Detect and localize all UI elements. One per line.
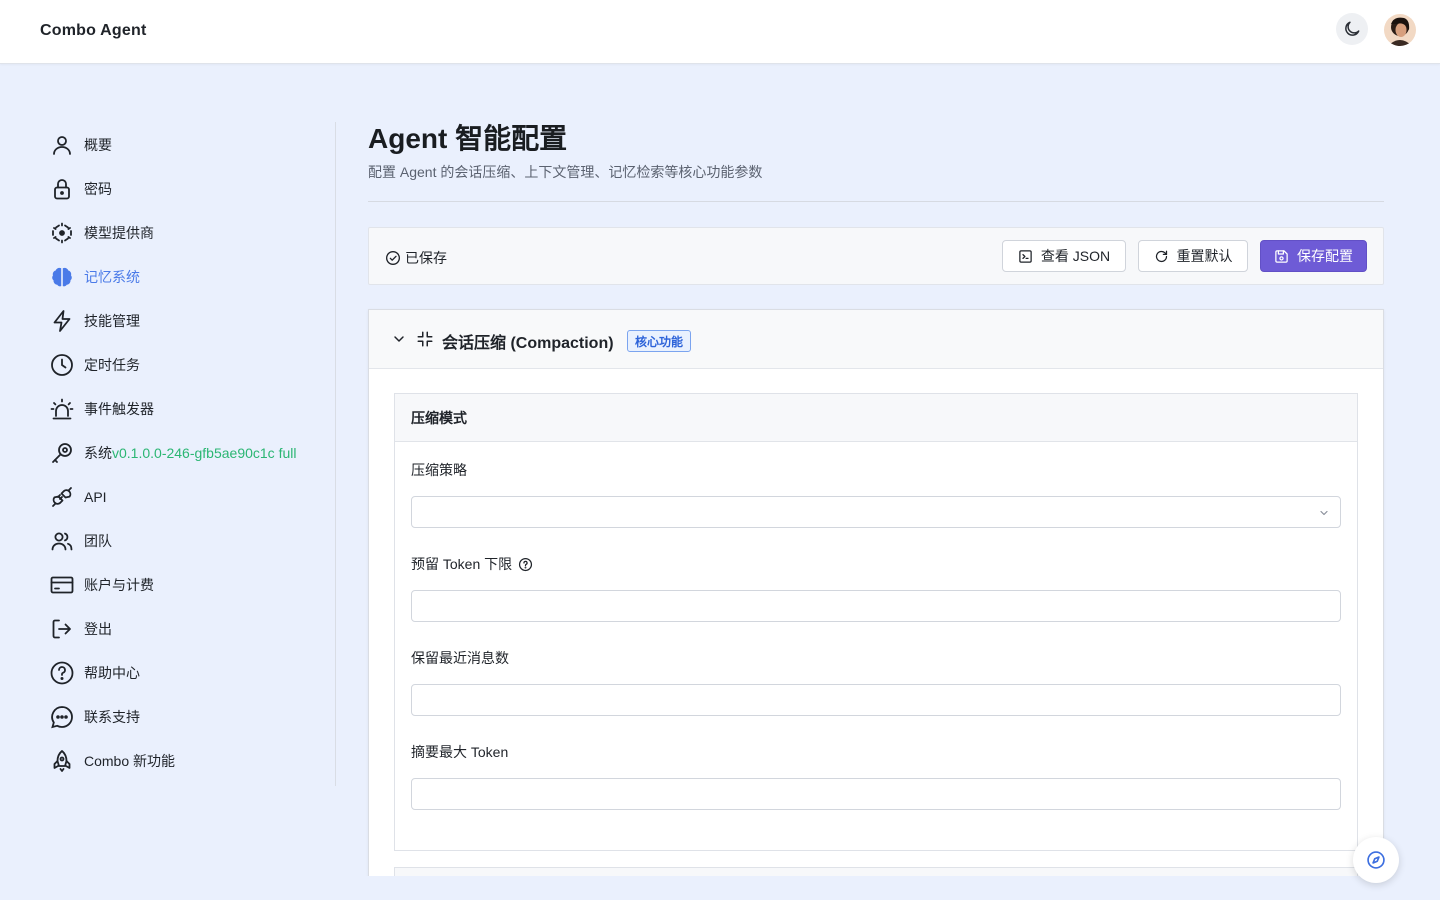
strategy-select[interactable] bbox=[411, 496, 1341, 528]
sidebar-item-label: 定时任务 bbox=[84, 357, 140, 373]
help-icon bbox=[50, 661, 74, 685]
sidebar-item-label: 记忆系统 bbox=[84, 269, 140, 285]
strategy-label-text: 压缩策略 bbox=[411, 462, 467, 478]
brand-title[interactable]: Combo Agent bbox=[40, 22, 146, 40]
sidebar-item-scheduled-tasks[interactable]: 定时任务 bbox=[50, 349, 140, 381]
view-json-button[interactable]: 查看 JSON bbox=[1002, 240, 1126, 272]
chevron-down-icon bbox=[1320, 510, 1328, 516]
sidebar-item-label: 密码 bbox=[84, 181, 112, 197]
wrench-icon bbox=[50, 441, 74, 465]
sidebar-item-label: 团队 bbox=[84, 533, 112, 549]
sidebar-item-support[interactable]: 联系支持 bbox=[50, 701, 140, 733]
sidebar-item-label: 概要 bbox=[84, 137, 112, 153]
summary-max-input[interactable] bbox=[411, 778, 1341, 810]
brain-icon bbox=[50, 265, 74, 289]
avatar[interactable] bbox=[1384, 14, 1416, 46]
sidebar-item-whats-new[interactable]: Combo 新功能 bbox=[50, 745, 175, 777]
team-icon bbox=[50, 529, 74, 553]
version-text: v0.1.0.0-246-gfb5ae90c1c full bbox=[112, 445, 297, 461]
top-bar: Combo Agent bbox=[0, 0, 1440, 64]
sidebar-item-team[interactable]: 团队 bbox=[50, 525, 112, 557]
core-feature-badge: 核心功能 bbox=[627, 330, 692, 352]
clock-icon bbox=[50, 353, 74, 377]
compass-icon bbox=[1367, 851, 1385, 869]
header-divider bbox=[368, 201, 1384, 202]
strategy-label: 压缩策略 bbox=[411, 460, 467, 480]
sidebar-item-skills[interactable]: 技能管理 bbox=[50, 305, 140, 337]
rocket-icon bbox=[50, 749, 74, 773]
model-provider-icon bbox=[50, 221, 74, 245]
logout-icon bbox=[50, 617, 74, 641]
page-subtitle: 配置 Agent 的会话压缩、上下文管理、记忆检索等核心功能参数 bbox=[368, 164, 763, 180]
compaction-mode-title: 压缩模式 bbox=[395, 394, 1357, 442]
credit-card-icon bbox=[50, 573, 74, 597]
chevron-down-icon[interactable] bbox=[391, 331, 407, 347]
explore-fab-button[interactable] bbox=[1353, 837, 1399, 883]
reset-default-label: 重置默认 bbox=[1176, 248, 1233, 264]
refresh-icon bbox=[1155, 250, 1167, 262]
summary-max-label: 摘要最大 Token bbox=[411, 742, 508, 762]
reserve-tokens-input[interactable] bbox=[411, 590, 1341, 622]
sidebar-item-label: 技能管理 bbox=[84, 313, 140, 329]
page-bottom bbox=[0, 876, 1440, 900]
theme-toggle-button[interactable] bbox=[1336, 13, 1368, 45]
reserve-tokens-label: 预留 Token 下限 bbox=[411, 554, 533, 574]
sidebar-item-password[interactable]: 密码 bbox=[50, 173, 112, 205]
reset-default-button[interactable]: 重置默认 bbox=[1138, 240, 1248, 272]
sidebar-item-event-triggers[interactable]: 事件触发器 bbox=[50, 393, 154, 425]
save-status: 已保存 bbox=[385, 248, 447, 268]
sidebar: 概要 密码 模型提供商 记忆系统 技能管理 定时任务 事件触发器 系统 v0.1.… bbox=[40, 122, 336, 786]
check-circle-icon bbox=[385, 250, 401, 266]
lock-icon bbox=[50, 177, 74, 201]
terminal-icon bbox=[1019, 249, 1032, 263]
minimize-icon bbox=[417, 331, 433, 347]
sidebar-item-label: 登出 bbox=[84, 621, 112, 637]
keep-recent-label: 保留最近消息数 bbox=[411, 648, 509, 668]
main-header: Agent 智能配置 配置 Agent 的会话压缩、上下文管理、记忆检索等核心功… bbox=[368, 120, 1384, 202]
sidebar-item-label: 模型提供商 bbox=[84, 225, 154, 241]
sidebar-item-model-provider[interactable]: 模型提供商 bbox=[50, 217, 154, 249]
moon-icon bbox=[1345, 21, 1360, 36]
sidebar-item-overview[interactable]: 概要 bbox=[50, 129, 112, 161]
alarm-icon bbox=[50, 397, 74, 421]
sidebar-item-label: Combo 新功能 bbox=[84, 753, 176, 769]
keep-recent-label-text: 保留最近消息数 bbox=[411, 650, 509, 666]
sidebar-item-label: 事件触发器 bbox=[84, 401, 154, 417]
user-icon bbox=[50, 133, 74, 157]
sidebar-item-label: 账户与计费 bbox=[84, 577, 154, 593]
compaction-mode-card: 压缩模式 压缩策略 预留 Token 下限 保留最近消息数 摘要最大 Token bbox=[394, 393, 1358, 851]
view-json-label: 查看 JSON bbox=[1040, 248, 1111, 264]
config-toolbar: 已保存 查看 JSON 重置默认 保存配置 bbox=[368, 227, 1384, 285]
chat-icon bbox=[50, 705, 74, 729]
page-title: Agent 智能配置 bbox=[368, 123, 568, 154]
compaction-title: 会话压缩 (Compaction) bbox=[442, 335, 614, 352]
summary-max-label-text: 摘要最大 Token bbox=[411, 744, 509, 760]
sidebar-item-label: API bbox=[84, 489, 107, 505]
sidebar-item-system[interactable]: 系统 v0.1.0.0-246-gfb5ae90c1c full bbox=[50, 437, 296, 469]
compaction-panel-header[interactable]: 会话压缩 (Compaction) 核心功能 bbox=[369, 310, 1383, 369]
save-icon bbox=[1275, 249, 1288, 263]
keep-recent-input[interactable] bbox=[411, 684, 1341, 716]
sidebar-item-help[interactable]: 帮助中心 bbox=[50, 657, 140, 689]
sidebar-item-api[interactable]: API bbox=[50, 481, 107, 513]
sidebar-item-label: 联系支持 bbox=[84, 709, 140, 725]
sidebar-item-label: 系统 bbox=[84, 445, 112, 461]
help-circle-icon[interactable] bbox=[518, 557, 533, 572]
save-status-text: 已保存 bbox=[405, 250, 447, 266]
sidebar-item-memory[interactable]: 记忆系统 bbox=[50, 261, 140, 293]
reserve-tokens-label-text: 预留 Token 下限 bbox=[411, 556, 513, 572]
plug-icon bbox=[50, 485, 74, 509]
sidebar-item-label: 帮助中心 bbox=[84, 665, 140, 681]
save-config-button[interactable]: 保存配置 bbox=[1260, 240, 1367, 272]
save-config-label: 保存配置 bbox=[1297, 248, 1353, 264]
sidebar-item-billing[interactable]: 账户与计费 bbox=[50, 569, 154, 601]
compaction-panel: 会话压缩 (Compaction) 核心功能 压缩模式 压缩策略 预留 Toke… bbox=[368, 309, 1384, 900]
sidebar-item-logout[interactable]: 登出 bbox=[50, 613, 112, 645]
lightning-icon bbox=[50, 309, 74, 333]
